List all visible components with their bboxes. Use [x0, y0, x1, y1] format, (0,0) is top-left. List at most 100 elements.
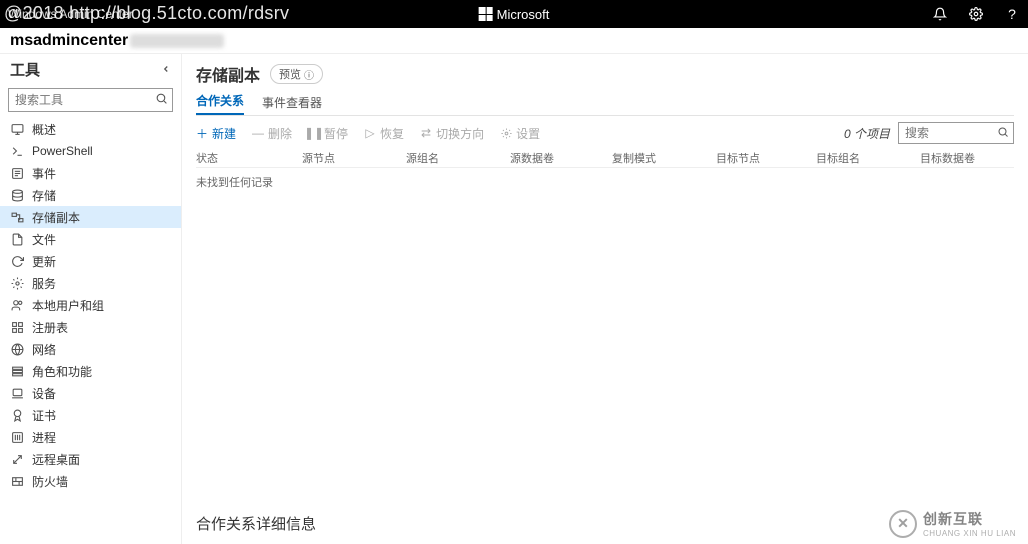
sidebar-item-firewall[interactable]: 防火墙: [0, 470, 181, 492]
preview-badge[interactable]: 预览 ⓘ: [270, 64, 323, 84]
resume-label: 恢复: [380, 125, 404, 142]
sidebar-search: [8, 88, 173, 112]
firewall-icon: [10, 474, 24, 488]
sidebar-item-label: 服务: [32, 275, 56, 292]
brand-center: Microsoft: [479, 7, 550, 22]
sidebar-item-label: 概述: [32, 121, 56, 138]
empty-message: 未找到任何记录: [196, 168, 1014, 196]
col-mode[interactable]: 复制模式: [612, 150, 716, 166]
sidebar-item-storage[interactable]: 存储: [0, 184, 181, 206]
sidebar-item-overview[interactable]: 概述: [0, 118, 181, 140]
col-dst-group[interactable]: 目标组名: [816, 150, 920, 166]
sidebar-list: 概述 PowerShell 事件 存储 存储副本 文件 更新 服务 本地用户和组…: [0, 118, 181, 544]
item-count: 0 个项目: [844, 125, 890, 142]
col-src-group[interactable]: 源组名: [406, 150, 510, 166]
delete-button[interactable]: —删除: [252, 125, 292, 142]
settings-gear-icon[interactable]: [968, 6, 984, 22]
hostname: msadmincenter: [10, 32, 128, 50]
roles-icon: [10, 364, 24, 378]
sidebar-item-local-users[interactable]: 本地用户和组: [0, 294, 181, 316]
switch-label: 切换方向: [436, 125, 484, 142]
microsoft-logo-icon: [479, 7, 493, 21]
sidebar-item-processes[interactable]: 进程: [0, 426, 181, 448]
pause-button[interactable]: ❚❚暂停: [308, 125, 348, 142]
sidebar-search-input[interactable]: [8, 88, 173, 112]
settings-label: 设置: [516, 125, 540, 142]
new-button[interactable]: ＋ 新建: [196, 125, 236, 142]
app-name: Windows Admin Center: [8, 7, 133, 21]
sidebar-item-devices[interactable]: 设备: [0, 382, 181, 404]
sidebar-item-label: 本地用户和组: [32, 297, 104, 314]
sidebar-item-label: 事件: [32, 165, 56, 182]
sidebar-item-updates[interactable]: 更新: [0, 250, 181, 272]
sidebar-item-registry[interactable]: 注册表: [0, 316, 181, 338]
sidebar-item-label: 角色和功能: [32, 363, 92, 380]
footer-watermark-logo: ✕ 创新互联 CHUANG XIN HU LIAN: [889, 509, 1016, 538]
sidebar-item-remote-desktop[interactable]: 远程桌面: [0, 448, 181, 470]
settings-button[interactable]: 设置: [500, 125, 540, 142]
table-header: 状态 源节点 源组名 源数据卷 复制模式 目标节点 目标组名 目标数据卷: [196, 148, 1014, 168]
tab-event-viewer[interactable]: 事件查看器: [262, 94, 322, 115]
sidebar: 工具 概述 PowerShell 事件 存储 存储副本 文件 更新 服务 本地用…: [0, 54, 182, 544]
network-icon: [10, 342, 24, 356]
sidebar-item-services[interactable]: 服务: [0, 272, 181, 294]
resume-button[interactable]: ▷ 恢复: [364, 125, 404, 142]
device-icon: [10, 386, 24, 400]
col-status[interactable]: 状态: [196, 150, 302, 166]
col-dst-vol[interactable]: 目标数据卷: [920, 150, 1014, 166]
sidebar-item-label: 文件: [32, 231, 56, 248]
sidebar-item-certificates[interactable]: 证书: [0, 404, 181, 426]
sidebar-header: 工具: [0, 54, 181, 84]
sidebar-item-label: 网络: [32, 341, 56, 358]
sidebar-item-label: 证书: [32, 407, 56, 424]
search-icon[interactable]: [997, 126, 1009, 138]
sidebar-item-label: 注册表: [32, 319, 68, 336]
monitor-icon: [10, 122, 24, 136]
terminal-icon: [10, 144, 24, 158]
sidebar-item-events[interactable]: 事件: [0, 162, 181, 184]
sidebar-item-roles[interactable]: 角色和功能: [0, 360, 181, 382]
tab-partnerships[interactable]: 合作关系: [196, 92, 244, 115]
sidebar-item-network[interactable]: 网络: [0, 338, 181, 360]
col-dst-node[interactable]: 目标节点: [716, 150, 816, 166]
cert-icon: [10, 408, 24, 422]
replica-icon: [10, 210, 24, 224]
topbar-right: ?: [932, 6, 1020, 22]
sidebar-item-files[interactable]: 文件: [0, 228, 181, 250]
storage-icon: [10, 188, 24, 202]
detail-section-title: 合作关系详细信息: [196, 513, 316, 534]
sidebar-item-label: 存储副本: [32, 209, 80, 226]
notifications-icon[interactable]: [932, 6, 948, 22]
toolbar: ＋ 新建 —删除 ❚❚暂停 ▷ 恢复 ⇄切换方向 设置 0 个项目: [196, 118, 1014, 148]
col-src-vol[interactable]: 源数据卷: [510, 150, 612, 166]
sidebar-item-label: 防火墙: [32, 473, 68, 490]
info-icon: ⓘ: [304, 67, 314, 82]
sidebar-item-storage-replica[interactable]: 存储副本: [0, 206, 181, 228]
plus-icon: ＋: [196, 127, 208, 139]
users-icon: [10, 298, 24, 312]
sidebar-title: 工具: [10, 59, 40, 80]
search-icon[interactable]: [155, 92, 168, 105]
sidebar-item-label: 更新: [32, 253, 56, 270]
update-icon: [10, 254, 24, 268]
table-search: [898, 122, 1014, 144]
registry-icon: [10, 320, 24, 334]
sidebar-item-label: 设备: [32, 385, 56, 402]
brand-label: Microsoft: [497, 7, 550, 22]
switch-button[interactable]: ⇄切换方向: [420, 125, 484, 142]
new-label: 新建: [212, 125, 236, 142]
footer-logo-subtext: CHUANG XIN HU LIAN: [923, 529, 1016, 538]
host-bar: msadmincenter: [0, 28, 1028, 54]
play-icon: ▷: [364, 127, 376, 139]
process-icon: [10, 430, 24, 444]
list-icon: [10, 166, 24, 180]
page-title: 存储副本: [196, 62, 260, 86]
sidebar-item-label: PowerShell: [32, 144, 93, 158]
sidebar-item-label: 存储: [32, 187, 56, 204]
hostname-redacted: [130, 34, 224, 48]
sidebar-item-powershell[interactable]: PowerShell: [0, 140, 181, 162]
collapse-sidebar-icon[interactable]: [161, 64, 171, 74]
logo-ring-icon: ✕: [889, 510, 917, 538]
help-icon[interactable]: ?: [1004, 6, 1020, 22]
col-src-node[interactable]: 源节点: [302, 150, 406, 166]
